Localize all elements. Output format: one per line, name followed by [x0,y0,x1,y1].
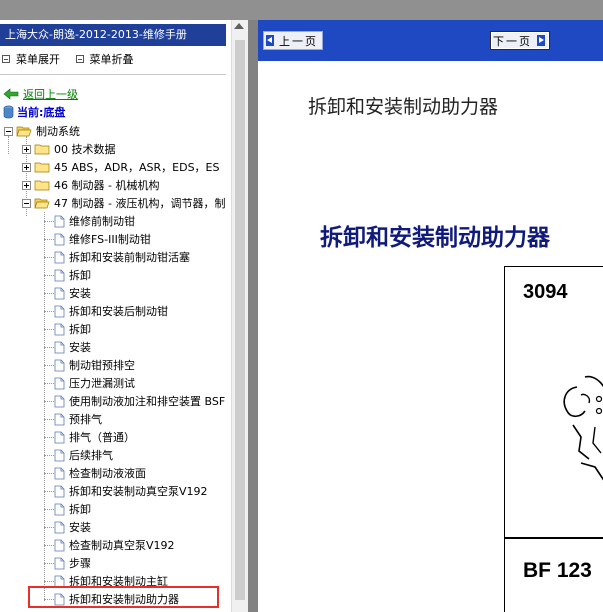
page-icon [54,521,65,533]
top-chrome-strip [0,0,603,20]
tree-item-page[interactable]: 拆卸和安装后制动钳 [40,302,168,320]
page-icon [54,359,65,371]
manual-title-bar: 上海大众-朗逸-2012-2013-维修手册 [0,24,226,46]
prev-page-button[interactable]: 上一页 [263,31,323,50]
tree-item-page[interactable]: 使用制动液加注和排空装置 BSF [40,392,225,410]
tool-number: 3094 [523,281,568,303]
page-nav-bar: 上一页 下一页 [258,20,603,61]
tree-item-page[interactable]: 维修FS-III制动钳 [40,230,151,248]
page-icon [54,503,65,515]
collapse-toggle-icon[interactable] [4,126,13,136]
figure-separator [505,537,603,539]
tree-item-page[interactable]: 后续排气 [40,446,113,464]
navigation-panel: 上海大众-朗逸-2012-2013-维修手册 菜单展开 菜单折叠 返回上一级 当… [0,20,231,612]
folder-icon [34,144,50,155]
page-icon [54,341,65,353]
document-panel: 上一页 下一页 拆卸和安装制动助力器 拆卸和安装制动助力器 3094 BF 12… [258,20,603,612]
expand-toggle-icon[interactable] [22,180,31,190]
page-icon [54,215,65,227]
menu-expand-button[interactable]: 菜单展开 [2,51,60,67]
tool-illustration [563,375,603,481]
menu-toolbar: 菜单展开 菜单折叠 [2,51,146,67]
toolbar-divider [0,74,226,75]
part-label: BF 123 [523,559,592,582]
tree-node-brake-system[interactable]: 制动系统 [4,122,80,140]
tree-scrollbar[interactable] [231,20,248,612]
tree-item-page[interactable]: 检查制动真空泵V192 [40,536,175,554]
expand-toggle-icon[interactable] [22,144,31,154]
tree-item-page[interactable]: 拆卸 [40,320,91,338]
tree-item-page[interactable]: 拆卸和安装制动真空泵V192 [40,482,208,500]
database-icon [3,105,14,119]
page-icon [54,377,65,389]
tree-item-page[interactable]: 安装 [40,284,91,302]
tree-item-page[interactable]: 拆卸 [40,500,91,518]
section-heading: 拆卸和安装制动助力器 [320,225,550,251]
expand-square-icon [2,55,10,63]
page-icon [54,431,65,443]
scrollbar-thumb[interactable] [235,40,245,600]
tree-item-page[interactable]: 排气（普通） [40,428,135,446]
page-icon [54,539,65,551]
tree-item-page[interactable]: 拆卸和安装前制动钳活塞 [40,248,190,266]
page-icon [54,287,65,299]
document-title: 拆卸和安装制动助力器 [308,96,499,118]
right-arrow-icon [537,35,545,46]
page-icon [54,269,65,281]
highlight-annotation-box [28,586,219,608]
page-icon [54,395,65,407]
tree-item-page[interactable]: 预排气 [40,410,102,428]
back-arrow-icon [3,88,19,100]
page-icon [54,323,65,335]
tree-item-page[interactable]: 制动钳预排空 [40,356,135,374]
page-icon [54,449,65,461]
tree-item-page[interactable]: 步骤 [40,554,91,572]
folder-open-icon [16,126,32,137]
tree-item-page[interactable]: 拆卸 [40,266,91,284]
page-icon [54,467,65,479]
page-icon [54,251,65,263]
tree-item-page[interactable]: 安装 [40,338,91,356]
collapse-toggle-icon[interactable] [22,198,31,208]
left-arrow-icon [266,35,274,46]
scroll-up-arrow-icon[interactable] [234,23,244,29]
tree-node-folder-expanded[interactable]: 47 制动器 - 液压机构，调节器，制 [22,194,225,212]
pane-splitter[interactable] [248,20,258,612]
page-icon [54,485,65,497]
next-page-button[interactable]: 下一页 [490,31,550,50]
figure-box: 3094 BF 123 [504,266,603,612]
page-icon [54,413,65,425]
page-icon [54,557,65,569]
page-icon [54,233,65,245]
folder-open-icon [34,198,50,209]
tree-item-page[interactable]: 安装 [40,518,91,536]
collapse-square-icon [75,55,84,63]
folder-icon [34,162,50,173]
tree-item-page[interactable]: 压力泄漏测试 [40,374,135,392]
tree-node-folder[interactable]: 45 ABS，ADR，ASR，EDS，ES [22,158,219,176]
current-location: 当前:底盘 [3,104,65,120]
tree-node-folder[interactable]: 00 技术数据 [22,140,116,158]
tree-item-page[interactable]: 检查制动液液面 [40,464,146,482]
folder-icon [34,180,50,191]
menu-collapse-button[interactable]: 菜单折叠 [75,51,134,67]
back-link[interactable]: 返回上一级 [3,86,78,102]
page-icon [54,305,65,317]
tree-item-page[interactable]: 维修前制动钳 [40,212,135,230]
tree-node-folder[interactable]: 46 制动器 - 机械机构 [22,176,159,194]
expand-toggle-icon[interactable] [22,162,31,172]
